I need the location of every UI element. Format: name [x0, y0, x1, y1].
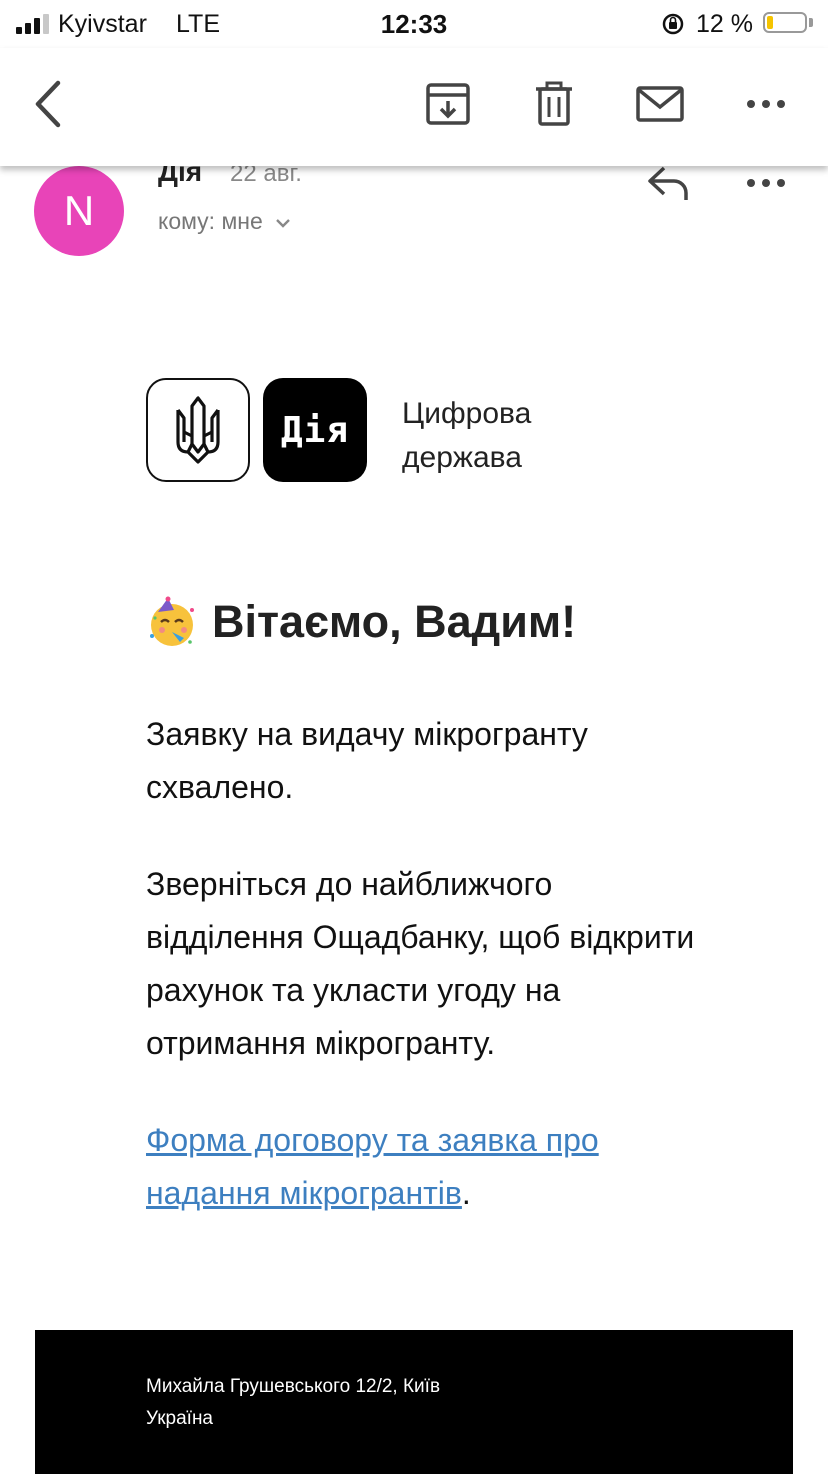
approval-message: Заявку на видачу мікрогранту схвалено.	[146, 716, 588, 805]
tagline-line-2: держава	[402, 441, 522, 474]
reply-icon[interactable]	[644, 162, 694, 202]
brand-tagline: Цифрова держава	[402, 392, 531, 480]
trash-icon	[536, 81, 572, 126]
status-bar: Kyivstar LTE 12:33 12 %	[0, 0, 828, 48]
footer-address-line-2: Україна	[146, 1408, 214, 1429]
battery-cap	[809, 18, 813, 27]
chevron-left-icon	[35, 80, 61, 128]
avatar[interactable]: N	[34, 166, 124, 256]
more-horizontal-icon	[747, 100, 785, 108]
mail-toolbar	[0, 48, 828, 166]
message-more-icon[interactable]	[744, 168, 788, 198]
trident-icon	[176, 396, 220, 464]
battery-percent: 12 %	[696, 10, 753, 38]
greeting-text: Вітаємо, Вадим!	[212, 596, 577, 647]
tagline-line-1: Цифрова	[402, 397, 532, 430]
trident-logo	[146, 378, 250, 482]
chevron-down-icon	[276, 219, 291, 228]
delete-button[interactable]	[526, 76, 582, 132]
link-period: .	[461, 1175, 471, 1211]
archive-button[interactable]	[420, 76, 476, 132]
diia-logo: Дія	[263, 378, 367, 482]
greeting-heading: Вітаємо, Вадим!	[146, 596, 576, 648]
recipient-toggle[interactable]: кому: мне	[158, 208, 291, 235]
rotation-lock-icon	[662, 13, 684, 35]
more-button[interactable]	[738, 76, 794, 132]
mark-unread-button[interactable]	[632, 76, 688, 132]
email-footer: Михайла Грушевського 12/2, Київ Україна	[35, 1330, 793, 1474]
documents-link-paragraph: Форма договору та заявка про надання мік…	[146, 1114, 706, 1220]
recipient-label: кому: мне	[158, 208, 263, 234]
battery-icon	[763, 12, 807, 33]
contract-form-link[interactable]: Форма договору та заявка про надання мік…	[146, 1122, 599, 1211]
back-button[interactable]	[20, 76, 76, 132]
archive-icon	[426, 83, 470, 125]
partying-face-icon	[150, 596, 194, 646]
instruction-message: Зверніться до найближчого відділення Оща…	[146, 866, 695, 1061]
envelope-icon	[636, 86, 684, 122]
footer-address-line-1: Михайла Грушевського 12/2, Київ	[146, 1376, 441, 1397]
